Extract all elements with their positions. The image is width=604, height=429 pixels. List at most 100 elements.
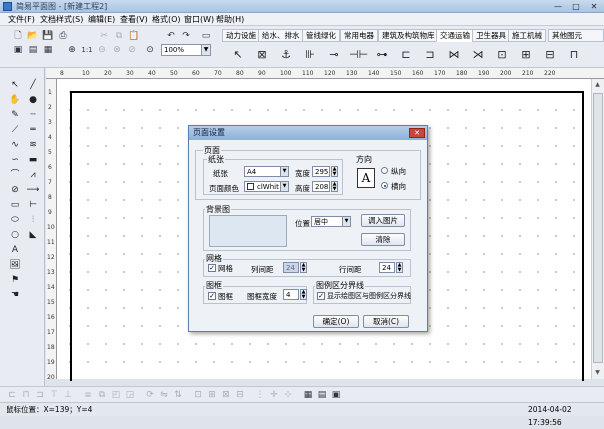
symbol-item[interactable]: ⋈ bbox=[444, 46, 464, 64]
frame-width-spinner[interactable]: ▲ ▼ bbox=[300, 289, 307, 300]
vertical-scrollbar[interactable]: ▲ ▼ bbox=[591, 79, 604, 379]
symbol-item[interactable]: ⊟ bbox=[540, 46, 560, 64]
tab-transportation[interactable]: 交通运输 bbox=[436, 29, 474, 42]
width-spinner[interactable]: ▲ ▼ bbox=[331, 166, 338, 177]
fence-line-icon[interactable]: ⫶ bbox=[26, 213, 40, 227]
minimize-button[interactable]: — bbox=[550, 1, 566, 12]
dim-line-icon[interactable]: ⊢ bbox=[26, 198, 40, 212]
row-spacing-spinner[interactable]: ▲ ▼ bbox=[396, 262, 403, 273]
scroll-thumb[interactable] bbox=[593, 93, 603, 363]
maximize-button[interactable]: □ bbox=[568, 1, 584, 12]
symbol-item[interactable]: ⊏ bbox=[396, 46, 416, 64]
tab-other[interactable]: 其他图元 bbox=[548, 29, 604, 42]
scroll-up-icon[interactable]: ▲ bbox=[592, 79, 603, 90]
anchor-symbol-icon[interactable]: ⚓ bbox=[276, 46, 296, 64]
col-spacing-spinner[interactable]: ▲ ▼ bbox=[300, 262, 307, 273]
align-top-icon[interactable]: ⊤ bbox=[48, 389, 60, 401]
group-icon[interactable]: ⧈ bbox=[82, 389, 94, 401]
divider-checkbox[interactable]: ✓ bbox=[317, 292, 325, 300]
zoom-in-icon[interactable]: ⊕ bbox=[66, 44, 78, 56]
hand-pan-icon[interactable]: ✋ bbox=[8, 93, 22, 107]
new-file-icon[interactable]: 🗋 bbox=[12, 30, 24, 42]
frame-checkbox[interactable]: ✓ bbox=[208, 292, 216, 300]
landscape-radio[interactable] bbox=[381, 182, 388, 189]
tab-power-facilities[interactable]: 动力设施 bbox=[222, 29, 260, 42]
unlock-icon[interactable]: ⊞ bbox=[206, 389, 218, 401]
zoom-select[interactable]: 100% ▼ bbox=[161, 44, 211, 56]
polyline-tool-icon[interactable]: ∿ bbox=[8, 138, 22, 152]
layer-icon[interactable]: ▣ bbox=[12, 44, 24, 56]
ungroup-icon[interactable]: ⧉ bbox=[96, 389, 108, 401]
align-left-icon[interactable]: ⊏ bbox=[6, 389, 18, 401]
tab-sanitary[interactable]: 卫生器具 bbox=[472, 29, 510, 42]
hand-tool-icon[interactable]: ☚ bbox=[8, 288, 22, 302]
image-tool-icon[interactable]: 🖼 bbox=[8, 258, 22, 272]
delete-icon[interactable]: ▭ bbox=[200, 30, 212, 42]
distribute-icon[interactable]: ⋮ bbox=[254, 389, 266, 401]
tab-construction-machinery[interactable]: 施工机械 bbox=[508, 29, 546, 42]
actual-size-icon[interactable]: 1:1 bbox=[81, 44, 93, 56]
chevron-down-icon[interactable]: ▼ bbox=[280, 167, 288, 176]
brush-tool-icon[interactable]: ⟋ bbox=[8, 123, 22, 137]
ok-button[interactable]: 确定(O) bbox=[313, 315, 359, 328]
frame-toggle-icon[interactable]: ▣ bbox=[330, 389, 342, 401]
chart-icon[interactable]: ▦ bbox=[42, 44, 54, 56]
menu-view[interactable]: 查看(V) bbox=[120, 14, 148, 25]
menu-window[interactable]: 窗口(W) bbox=[184, 14, 214, 25]
center-icon[interactable]: ✛ bbox=[268, 389, 280, 401]
align-bottom-icon[interactable]: ⊥ bbox=[62, 389, 74, 401]
symbol-item[interactable]: ⊪ bbox=[300, 46, 320, 64]
ellipse-tool-icon[interactable]: ⬭ bbox=[8, 213, 22, 227]
dialog-close-icon[interactable]: ✕ bbox=[409, 128, 425, 138]
symbol-item[interactable]: ⊣⊢ bbox=[348, 46, 368, 64]
height-input[interactable]: 208 bbox=[312, 181, 330, 192]
symbol-item[interactable]: ⊡ bbox=[492, 46, 512, 64]
fill-tool-icon[interactable]: ◣ bbox=[26, 228, 40, 242]
pointer-tool-icon[interactable]: ↖ bbox=[228, 46, 248, 64]
paper-select[interactable]: A4 ▼ bbox=[244, 166, 289, 177]
dot-tool-icon[interactable]: ● bbox=[26, 93, 40, 107]
import-image-button[interactable]: 调入图片 bbox=[361, 214, 405, 227]
arc-tool-icon[interactable]: ⌒ bbox=[8, 168, 22, 182]
open-folder-icon[interactable]: 📂 bbox=[27, 30, 39, 42]
table-icon[interactable]: ▤ bbox=[316, 389, 328, 401]
align-right-icon[interactable]: ⊐ bbox=[34, 389, 46, 401]
zigzag-line-icon[interactable]: ⩘ bbox=[26, 168, 40, 182]
menu-doc-style[interactable]: 文档样式(S) bbox=[40, 14, 83, 25]
size-icon[interactable]: ⊠ bbox=[220, 389, 232, 401]
dashed-line-icon[interactable]: ┄ bbox=[26, 108, 40, 122]
arrow-line-icon[interactable]: ⟶ bbox=[26, 183, 40, 197]
tab-common-electrical[interactable]: 常用电器 bbox=[340, 29, 378, 42]
flip-h-icon[interactable]: ⇋ bbox=[158, 389, 170, 401]
pen-tool-icon[interactable]: ✎ bbox=[8, 108, 22, 122]
print-icon[interactable]: ⎙ bbox=[57, 30, 69, 42]
menu-help[interactable]: 帮助(H) bbox=[216, 14, 244, 25]
select-arrow-icon[interactable]: ↖ bbox=[8, 78, 22, 92]
tab-buildings[interactable]: 建筑及构筑物库 bbox=[378, 29, 439, 42]
curve-tool-icon[interactable]: ∽ bbox=[8, 153, 22, 167]
zoom-out-icon[interactable]: ⊖ bbox=[96, 44, 108, 56]
symbol-item[interactable]: ⊶ bbox=[372, 46, 392, 64]
menu-format[interactable]: 格式(O) bbox=[152, 14, 181, 25]
wave-line-icon[interactable]: ≋ bbox=[26, 138, 40, 152]
scroll-down-icon[interactable]: ▼ bbox=[592, 367, 603, 378]
menu-file[interactable]: 文件(F) bbox=[8, 14, 35, 25]
grid-checkbox[interactable]: ✓ bbox=[208, 264, 216, 272]
lock-icon[interactable]: ⊡ bbox=[192, 389, 204, 401]
copy-icon[interactable]: ⧉ bbox=[113, 30, 125, 42]
rotate-icon[interactable]: ⟳ bbox=[144, 389, 156, 401]
zoom-area-icon[interactable]: ⊘ bbox=[126, 44, 138, 56]
bold-line-icon[interactable]: ▬ bbox=[26, 153, 40, 167]
library-icon[interactable]: ▤ bbox=[27, 44, 39, 56]
bring-front-icon[interactable]: ◰ bbox=[110, 389, 122, 401]
chevron-down-icon[interactable]: ▼ bbox=[280, 182, 288, 191]
symbol-item[interactable]: ⊓ bbox=[564, 46, 584, 64]
frame-width-input[interactable]: 4 bbox=[283, 289, 299, 300]
zoom-window-icon[interactable]: ⊙ bbox=[144, 44, 156, 56]
grid-toggle-icon[interactable]: ▦ bbox=[302, 389, 314, 401]
send-back-icon[interactable]: ◲ bbox=[124, 389, 136, 401]
rectangle-tool-icon[interactable]: ▭ bbox=[8, 198, 22, 212]
chevron-down-icon[interactable]: ▼ bbox=[201, 45, 210, 55]
text-tool-icon[interactable]: A bbox=[8, 243, 22, 257]
align-center-icon[interactable]: ⊓ bbox=[20, 389, 32, 401]
